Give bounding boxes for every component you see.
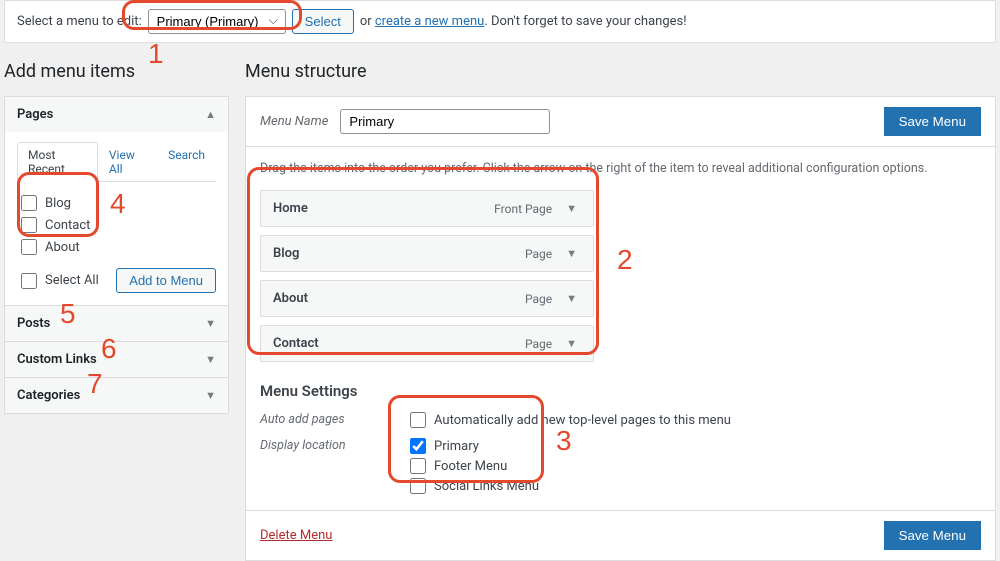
display-loc-social[interactable]: Social Links Menu [410, 476, 981, 496]
menu-item-title: About [273, 291, 515, 306]
delete-menu-link[interactable]: Delete Menu [260, 528, 332, 543]
page-item-about[interactable]: About [17, 236, 216, 258]
menu-item-type: Page [525, 247, 552, 261]
auto-add-checkbox[interactable] [410, 412, 426, 428]
menu-item-title: Home [273, 201, 484, 216]
accordion-pages-header[interactable]: Pages ▲ [5, 97, 228, 132]
page-checkbox[interactable] [21, 239, 37, 255]
page-item-contact[interactable]: Contact [17, 214, 216, 236]
menu-item-type: Page [525, 292, 552, 306]
auto-add-option[interactable]: Automatically add new top-level pages to… [410, 410, 981, 430]
chevron-down-icon[interactable]: ▼ [562, 337, 581, 350]
menu-select-wrap: Primary (Primary) [148, 9, 286, 34]
auto-add-label: Auto add pages [260, 410, 410, 430]
tab-view-all[interactable]: View All [98, 142, 157, 182]
menu-item-title: Contact [273, 336, 515, 351]
menu-item[interactable]: Contact Page ▼ [260, 325, 594, 362]
page-label: Blog [45, 196, 71, 211]
menu-panel-body: Drag the items into the order you prefer… [246, 147, 995, 510]
settings-auto-add-row: Auto add pages Automatically add new top… [260, 410, 981, 430]
page-label: About [45, 240, 80, 255]
add-menu-items-column: Add menu items Pages ▲ Most Recent View … [4, 61, 229, 561]
display-loc-footer[interactable]: Footer Menu [410, 456, 981, 476]
select-button[interactable]: Select [292, 9, 354, 34]
display-loc-label: Footer Menu [434, 459, 507, 474]
save-menu-button-bottom[interactable]: Save Menu [884, 521, 981, 550]
edit-menu-bar: Select a menu to edit: Primary (Primary)… [4, 0, 996, 43]
menu-items-list: Home Front Page ▼ Blog Page ▼ About Page… [260, 190, 594, 362]
menu-panel-header: Menu Name Save Menu [246, 97, 995, 147]
pages-checklist: Blog Contact About [17, 192, 216, 258]
select-all-label: Select All [45, 273, 99, 288]
chevron-down-icon[interactable]: ▼ [562, 292, 581, 305]
accordion-custom-links: Custom Links ▼ [5, 341, 228, 377]
display-loc-label: Primary [434, 439, 479, 454]
menu-panel: Menu Name Save Menu Drag the items into … [245, 96, 996, 561]
page-checkbox[interactable] [21, 195, 37, 211]
menu-structure-column: Menu structure Menu Name Save Menu Drag … [245, 61, 996, 561]
menu-panel-footer: Delete Menu Save Menu [246, 510, 995, 560]
page-checkbox[interactable] [21, 217, 37, 233]
tab-most-recent[interactable]: Most Recent [17, 142, 98, 182]
accordion-posts: Posts ▼ [5, 305, 228, 341]
page-item-blog[interactable]: Blog [17, 192, 216, 214]
save-reminder-text: . Don't forget to save your changes! [484, 14, 686, 29]
menu-item[interactable]: Blog Page ▼ [260, 235, 594, 272]
tab-search[interactable]: Search [157, 142, 216, 182]
accordion-posts-header[interactable]: Posts ▼ [5, 306, 228, 341]
drag-instruction-text: Drag the items into the order you prefer… [260, 161, 981, 176]
pages-tabs: Most Recent View All Search [17, 142, 216, 182]
save-menu-button-top[interactable]: Save Menu [884, 107, 981, 136]
chevron-down-icon[interactable]: ▼ [562, 247, 581, 260]
chevron-up-icon: ▲ [205, 108, 216, 121]
add-to-menu-button[interactable]: Add to Menu [116, 268, 216, 293]
accordion: Pages ▲ Most Recent View All Search Blog [4, 96, 229, 414]
display-location-label: Display location [260, 436, 410, 496]
chevron-down-icon[interactable]: ▼ [562, 202, 581, 215]
menu-item[interactable]: Home Front Page ▼ [260, 190, 594, 227]
accordion-pages: Pages ▲ Most Recent View All Search Blog [5, 97, 228, 305]
select-all-row[interactable]: Select All [17, 270, 103, 292]
display-loc-checkbox[interactable] [410, 458, 426, 474]
auto-add-option-label: Automatically add new top-level pages to… [434, 413, 731, 428]
accordion-pages-body: Most Recent View All Search Blog Contact [5, 132, 228, 305]
menu-settings-title: Menu Settings [260, 382, 981, 400]
display-loc-checkbox[interactable] [410, 478, 426, 494]
accordion-categories-header[interactable]: Categories ▼ [5, 378, 228, 413]
menu-item[interactable]: About Page ▼ [260, 280, 594, 317]
menu-select-dropdown[interactable]: Primary (Primary) [148, 9, 286, 34]
page-label: Contact [45, 218, 90, 233]
display-loc-label: Social Links Menu [434, 479, 539, 494]
menu-name-input[interactable] [340, 109, 550, 134]
accordion-categories-label: Categories [17, 388, 80, 403]
accordion-pages-label: Pages [17, 107, 53, 122]
select-all-checkbox[interactable] [21, 273, 37, 289]
chevron-down-icon: ▼ [205, 317, 216, 330]
create-new-menu-link[interactable]: create a new menu [375, 14, 484, 29]
menu-item-type: Page [525, 337, 552, 351]
accordion-custom-links-label: Custom Links [17, 352, 97, 367]
settings-display-location-row: Display location Primary Footer Menu [260, 436, 981, 496]
chevron-down-icon: ▼ [205, 353, 216, 366]
menu-structure-title: Menu structure [245, 61, 996, 82]
display-loc-primary[interactable]: Primary [410, 436, 981, 456]
chevron-down-icon: ▼ [205, 389, 216, 402]
menu-item-type: Front Page [494, 202, 552, 216]
menu-name-label: Menu Name [260, 114, 328, 129]
display-loc-checkbox[interactable] [410, 438, 426, 454]
accordion-posts-label: Posts [17, 316, 50, 331]
accordion-categories: Categories ▼ [5, 377, 228, 413]
edit-label: Select a menu to edit: [17, 14, 142, 29]
add-menu-items-title: Add menu items [4, 61, 229, 82]
menu-item-title: Blog [273, 246, 515, 261]
or-text: or [360, 14, 372, 29]
accordion-custom-links-header[interactable]: Custom Links ▼ [5, 342, 228, 377]
